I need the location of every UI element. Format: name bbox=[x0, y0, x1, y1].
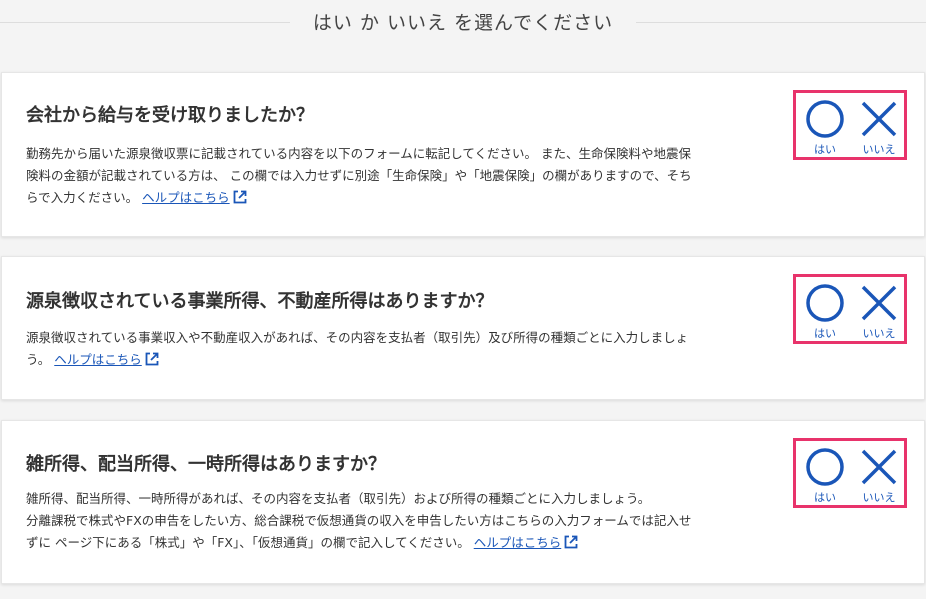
circle-icon bbox=[806, 100, 844, 138]
yes-button[interactable]: はい bbox=[798, 93, 852, 157]
yes-button[interactable]: はい bbox=[798, 277, 852, 341]
description-line: 源泉徴収されている事業収入や不動産収入があれば、その内容を支払者（取引先）及び所… bbox=[26, 330, 689, 345]
circle-icon bbox=[806, 284, 844, 322]
yes-button[interactable]: はい bbox=[798, 441, 852, 505]
cross-icon bbox=[861, 449, 897, 485]
question-title: 雑所得、配当所得、一時所得はありますか？ bbox=[26, 454, 386, 475]
external-link-icon bbox=[564, 535, 578, 549]
answer-selector: はい いいえ bbox=[793, 438, 907, 508]
question-title: 源泉徴収されている事業所得、不動産所得はありますか？ bbox=[26, 291, 494, 312]
no-label: いいえ bbox=[862, 327, 896, 340]
description-line: 雑所得、配当所得、一時所得があれば、その内容を支払者（取引先）および所得の種類ご… bbox=[26, 491, 651, 506]
description-line: らで入力ください。 bbox=[26, 190, 139, 205]
answer-selector: はい いいえ bbox=[793, 274, 907, 344]
description-line: う。 bbox=[26, 352, 51, 367]
yes-label: はい bbox=[814, 491, 836, 504]
no-label: いいえ bbox=[862, 143, 896, 156]
help-link[interactable]: ヘルプはこちら bbox=[54, 352, 160, 367]
yes-label: はい bbox=[814, 327, 836, 340]
answer-selector: はい いいえ bbox=[793, 90, 907, 160]
question-description: 源泉徴収されている事業収入や不動産収入があれば、その内容を支払者（取引先）及び所… bbox=[26, 327, 776, 371]
section-title: はい か いいえ を選んでください bbox=[312, 12, 614, 34]
question-card-withholding-business: 源泉徴収されている事業所得、不動産所得はありますか？ 源泉徴収されている事業収入… bbox=[1, 256, 925, 400]
help-link-label: ヘルプはこちら bbox=[142, 190, 230, 205]
description-line: 勤務先から届いた源泉徴収票に記載されている内容を以下のフォームに転記してください… bbox=[26, 146, 691, 161]
header-divider-right bbox=[636, 22, 926, 23]
yes-label: はい bbox=[814, 143, 836, 156]
circle-icon bbox=[806, 448, 844, 486]
no-button[interactable]: いいえ bbox=[852, 277, 906, 341]
help-link[interactable]: ヘルプはこちら bbox=[474, 535, 580, 550]
no-label: いいえ bbox=[862, 491, 896, 504]
cross-icon bbox=[861, 101, 897, 137]
header-divider-left bbox=[0, 22, 290, 23]
no-button[interactable]: いいえ bbox=[852, 93, 906, 157]
question-card-misc-income: 雑所得、配当所得、一時所得はありますか？ 雑所得、配当所得、一時所得があれば、そ… bbox=[1, 420, 925, 584]
description-line: ずに ページ下にある「株式」や「FX」、「仮想通貨」の欄で記入してください。 bbox=[26, 535, 470, 550]
description-line: 険料の金額が記載されている方は、 この欄では入力せずに別途「生命保険」や「地震保… bbox=[26, 168, 692, 183]
question-description: 雑所得、配当所得、一時所得があれば、その内容を支払者（取引先）および所得の種類ご… bbox=[26, 488, 776, 554]
help-link[interactable]: ヘルプはこちら bbox=[142, 190, 248, 205]
question-description: 勤務先から届いた源泉徴収票に記載されている内容を以下のフォームに転記してください… bbox=[26, 143, 776, 209]
no-button[interactable]: いいえ bbox=[852, 441, 906, 505]
cross-icon bbox=[861, 285, 897, 321]
external-link-icon bbox=[145, 352, 159, 366]
section-header: はい か いいえ を選んでください bbox=[0, 0, 926, 46]
help-link-label: ヘルプはこちら bbox=[473, 535, 562, 550]
help-link-label: ヘルプはこちら bbox=[54, 352, 142, 367]
question-card-salary: 会社から給与を受け取りましたか？ 勤務先から届いた源泉徴収票に記載されている内容… bbox=[1, 72, 925, 237]
description-line: 分離課税で株式やFXの申告をしたい方、総合課税で仮想通貨の収入を申告したい方はこ… bbox=[26, 513, 692, 528]
question-title: 会社から給与を受け取りましたか？ bbox=[26, 105, 314, 126]
external-link-icon bbox=[233, 190, 247, 204]
